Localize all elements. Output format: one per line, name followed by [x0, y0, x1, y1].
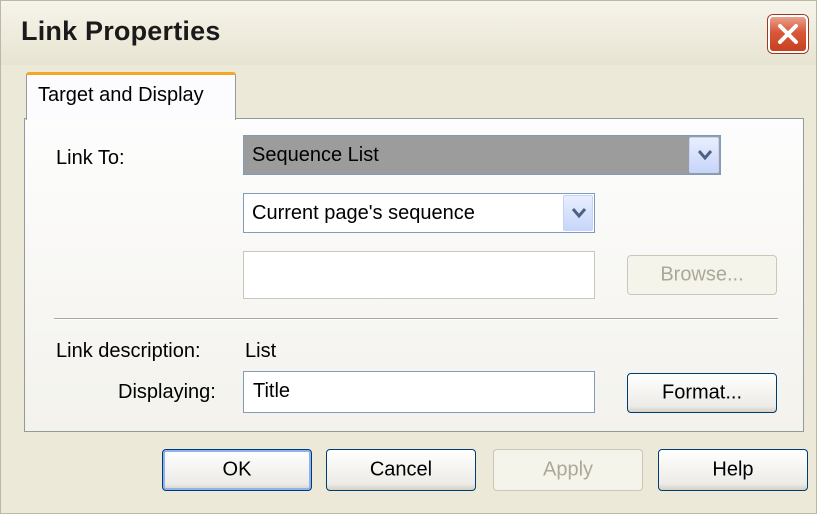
- link-properties-dialog: Link Properties Target and Display Link …: [0, 0, 817, 514]
- displaying-field[interactable]: Title: [243, 371, 595, 413]
- window-title: Link Properties: [21, 16, 221, 46]
- tab-target-and-display[interactable]: Target and Display: [26, 72, 236, 120]
- browse-button-label: Browse...: [660, 263, 744, 286]
- link-type-dropdown-button[interactable]: [689, 137, 719, 173]
- tab-label: Target and Display: [38, 84, 204, 106]
- help-button[interactable]: Help: [658, 449, 808, 491]
- link-type-dropdown[interactable]: Sequence List: [243, 135, 721, 175]
- apply-button[interactable]: Apply: [493, 449, 643, 491]
- title-bar[interactable]: Link Properties: [1, 1, 816, 65]
- chevron-down-icon: [572, 208, 586, 219]
- ok-button-label: OK: [222, 458, 252, 481]
- displaying-value: Title: [253, 380, 291, 402]
- ok-button[interactable]: OK: [162, 449, 312, 491]
- sequence-dropdown-button[interactable]: [563, 195, 593, 231]
- help-button-label: Help: [712, 458, 754, 481]
- link-description-value: List: [245, 340, 277, 362]
- link-target-field[interactable]: [243, 251, 595, 299]
- apply-button-label: Apply: [542, 458, 594, 481]
- displaying-label: Displaying:: [118, 381, 216, 403]
- sequence-dropdown[interactable]: Current page's sequence: [243, 193, 595, 233]
- browse-button[interactable]: Browse...: [627, 255, 777, 295]
- close-button[interactable]: [768, 15, 808, 53]
- format-button-label: Format...: [661, 381, 742, 404]
- chevron-down-icon: [698, 150, 712, 161]
- close-icon: [778, 24, 798, 44]
- separator: [54, 318, 778, 320]
- cancel-button[interactable]: Cancel: [326, 449, 476, 491]
- link-type-value: Sequence List: [252, 144, 379, 166]
- sequence-value: Current page's sequence: [252, 202, 475, 224]
- link-description-label: Link description:: [56, 340, 201, 362]
- format-button[interactable]: Format...: [627, 373, 777, 413]
- link-to-label: Link To:: [56, 147, 125, 169]
- cancel-button-label: Cancel: [369, 458, 433, 481]
